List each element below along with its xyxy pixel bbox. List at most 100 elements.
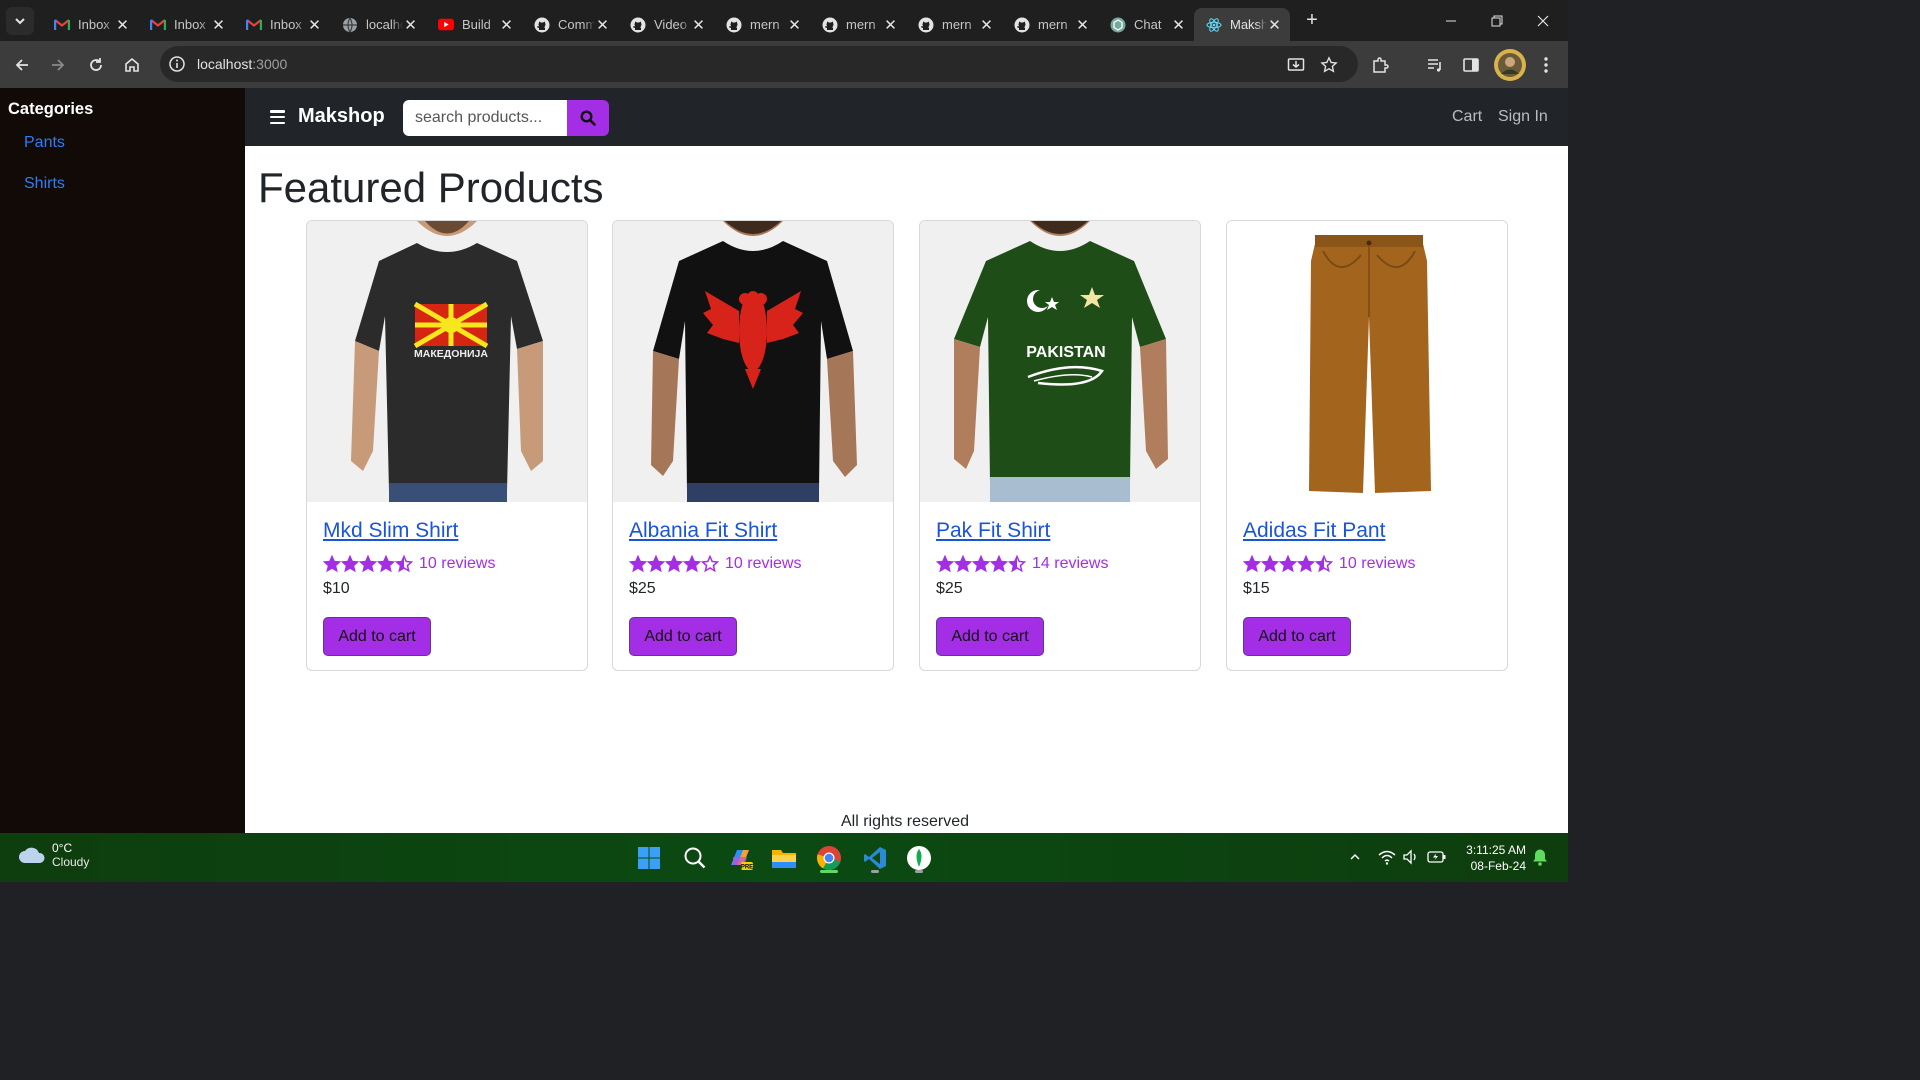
close-tab-icon[interactable]: ✕ (307, 16, 322, 34)
product-image[interactable]: PAKISTAN (920, 221, 1200, 502)
close-tab-icon[interactable]: ✕ (1267, 16, 1282, 34)
product-name-link[interactable]: Mkd Slim Shirt (323, 519, 458, 543)
product-rating: 10 reviews (323, 554, 495, 574)
browser-tab[interactable]: mern ✕ (810, 8, 906, 41)
footer-copyright: All rights reserved (841, 813, 970, 830)
browser-tab[interactable]: localhost✕ (330, 8, 426, 41)
add-to-cart-button[interactable]: Add to cart (936, 617, 1044, 656)
search-input[interactable] (403, 100, 568, 136)
star-full-icon (629, 555, 647, 573)
address-bar[interactable]: localhost:3000 (160, 46, 1358, 82)
add-to-cart-button[interactable]: Add to cart (323, 617, 431, 656)
close-tab-icon[interactable]: ✕ (691, 16, 706, 34)
browser-tab[interactable]: Makshop✕ (1194, 8, 1290, 41)
sidebar-item-shirts[interactable]: Shirts (24, 175, 65, 193)
star-full-icon (683, 555, 701, 573)
star-full-icon (323, 555, 341, 573)
install-app-button[interactable] (1282, 51, 1310, 79)
tab-title: mern (846, 17, 876, 32)
home-icon (125, 57, 139, 72)
product-image[interactable]: МАКЕДОНИЈА (307, 221, 587, 502)
profile-avatar[interactable] (1494, 49, 1526, 81)
rating-stars (936, 555, 1026, 573)
close-tab-icon[interactable]: ✕ (1171, 16, 1186, 34)
star-icon (1320, 56, 1338, 73)
start-button[interactable] (632, 841, 666, 875)
app-navbar: Makshop Cart Sign In (245, 88, 1568, 146)
add-to-cart-button[interactable]: Add to cart (629, 617, 737, 656)
vscode-button[interactable] (858, 841, 892, 875)
battery-button[interactable] (1427, 847, 1447, 867)
close-tab-icon[interactable]: ✕ (499, 16, 514, 34)
bookmark-button[interactable] (1315, 51, 1343, 79)
browser-tab[interactable]: Commit✕ (522, 8, 618, 41)
side-panel-button[interactable] (1457, 51, 1485, 79)
mongodb-compass-button[interactable] (902, 841, 936, 875)
close-tab-icon[interactable]: ✕ (883, 16, 898, 34)
tab-search-button[interactable] (6, 6, 34, 35)
search-button[interactable] (567, 100, 609, 136)
brand-logo[interactable]: Makshop (298, 105, 385, 128)
star-full-icon (359, 555, 377, 573)
network-button[interactable] (1377, 847, 1397, 867)
bell-icon (1533, 849, 1547, 866)
volume-button[interactable] (1401, 847, 1421, 867)
close-tab-icon[interactable]: ✕ (403, 16, 418, 34)
rating-stars (1243, 555, 1333, 573)
browser-tab[interactable]: mern ✕ (1002, 8, 1098, 41)
notifications-button[interactable] (1530, 847, 1550, 867)
sidebar-item-pants[interactable]: Pants (24, 134, 65, 152)
new-tab-button[interactable]: + (1298, 7, 1326, 35)
browser-tab[interactable]: Inbox ✕ (42, 8, 138, 41)
show-hidden-icons-button[interactable] (1345, 847, 1365, 867)
product-price: $25 (936, 580, 963, 597)
browser-tab[interactable]: Inbox ✕ (234, 8, 330, 41)
close-tab-icon[interactable]: ✕ (595, 16, 610, 34)
product-name-link[interactable]: Adidas Fit Pant (1243, 519, 1385, 543)
youtube-icon (438, 17, 454, 33)
taskbar-search-button[interactable] (678, 841, 712, 875)
rating-stars (629, 555, 719, 573)
reload-button[interactable] (82, 51, 110, 79)
product-image[interactable] (1227, 221, 1507, 502)
close-tab-icon[interactable]: ✕ (979, 16, 994, 34)
close-tab-icon[interactable]: ✕ (1075, 16, 1090, 34)
chrome-button[interactable] (812, 841, 846, 875)
product-name-link[interactable]: Pak Fit Shirt (936, 519, 1050, 543)
menu-icon[interactable] (270, 110, 285, 124)
forward-button[interactable] (44, 51, 72, 79)
sign-in-link[interactable]: Sign In (1498, 108, 1548, 126)
restore-button[interactable] (1474, 0, 1520, 41)
file-explorer-button[interactable] (767, 841, 801, 875)
add-to-cart-button[interactable]: Add to cart (1243, 617, 1351, 656)
tab-title: Video (654, 17, 688, 32)
back-button[interactable] (8, 51, 36, 79)
product-price: $15 (1243, 580, 1270, 597)
star-half-icon (1008, 555, 1026, 573)
system-clock[interactable]: 3:11:25 AM 08-Feb-24 (1454, 842, 1526, 874)
browser-tab[interactable]: Build ✕ (426, 8, 522, 41)
close-tab-icon[interactable]: ✕ (211, 16, 226, 34)
browser-tab[interactable]: Inbox ✕ (138, 8, 234, 41)
site-info-icon[interactable] (166, 53, 188, 75)
browser-menu-button[interactable] (1532, 51, 1560, 79)
close-tab-icon[interactable]: ✕ (787, 16, 802, 34)
extensions-button[interactable] (1366, 51, 1394, 79)
url-port: :3000 (252, 56, 288, 72)
weather-widget[interactable]: 0°C Cloudy (18, 841, 89, 869)
close-tab-icon[interactable]: ✕ (115, 16, 130, 34)
close-window-button[interactable] (1520, 0, 1566, 41)
browser-tab[interactable]: mern ✕ (906, 8, 1002, 41)
product-image[interactable] (613, 221, 893, 502)
product-card: PAKISTAN Pak Fit Shirt 14 reviews $25 Ad… (919, 220, 1201, 671)
media-controls-button[interactable] (1421, 51, 1449, 79)
cart-link[interactable]: Cart (1452, 108, 1482, 126)
copilot-button[interactable]: PRE (723, 841, 757, 875)
product-name-link[interactable]: Albania Fit Shirt (629, 519, 777, 543)
browser-tab[interactable]: mern ✕ (714, 8, 810, 41)
browser-tab[interactable]: Video ✕ (618, 8, 714, 41)
star-full-icon (1279, 555, 1297, 573)
minimize-button[interactable] (1428, 0, 1474, 41)
home-button[interactable] (118, 51, 146, 79)
browser-tab[interactable]: Chat ✕ (1098, 8, 1194, 41)
